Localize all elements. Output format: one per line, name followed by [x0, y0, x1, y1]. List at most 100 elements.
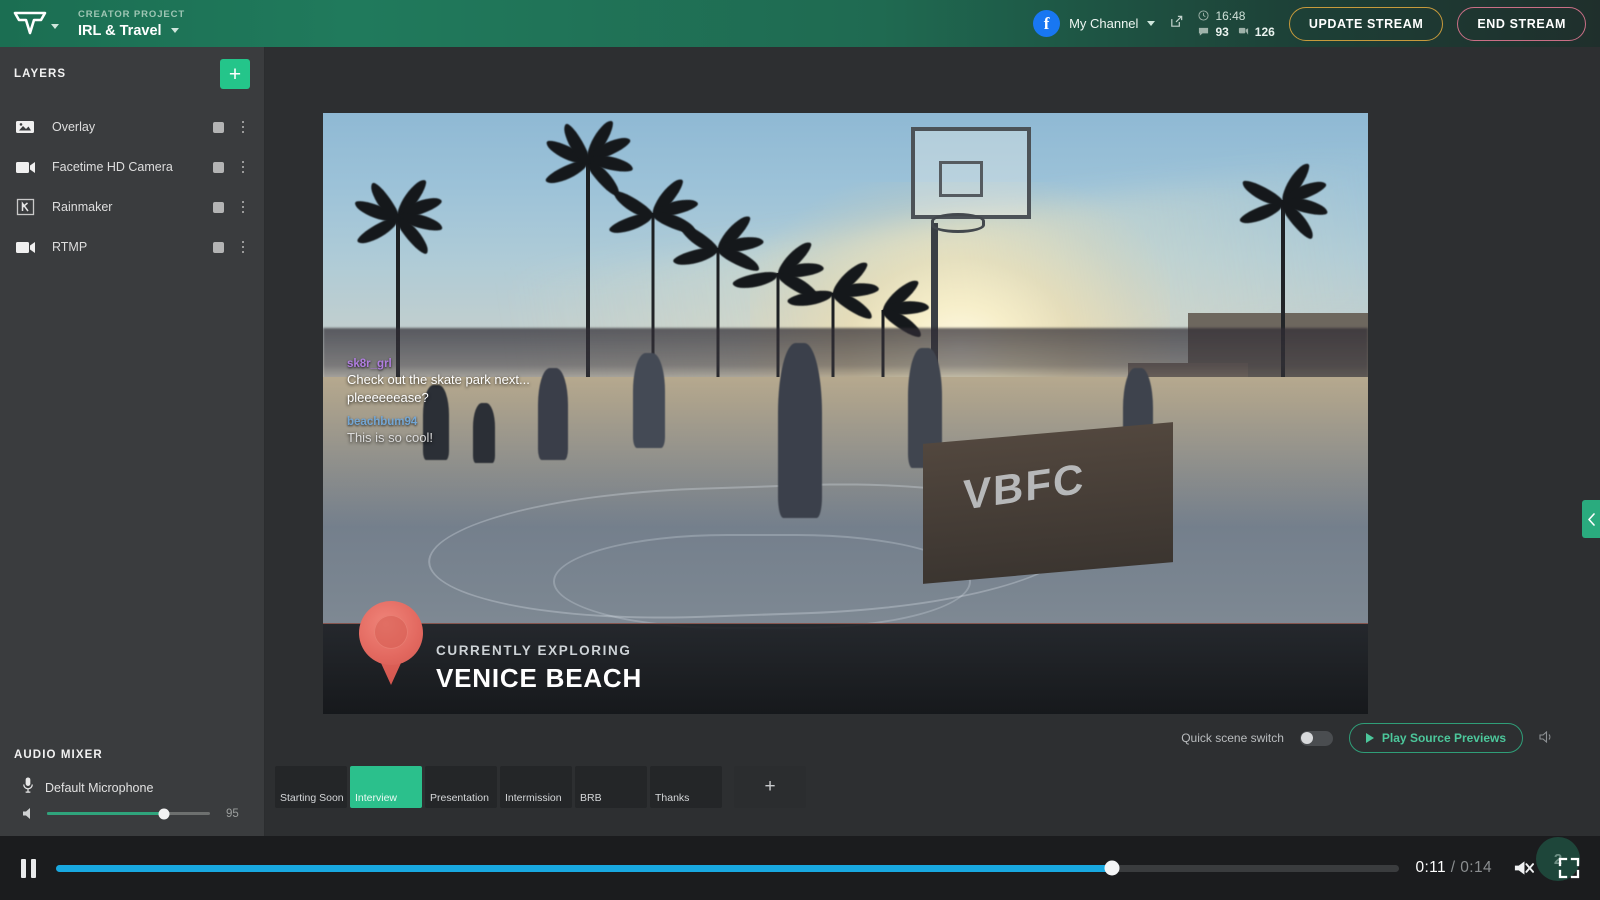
scene-label: BRB — [580, 792, 602, 804]
layer-more-menu-icon[interactable] — [234, 200, 252, 214]
facebook-avatar-icon: f — [1033, 10, 1061, 37]
quick-scene-switch-toggle[interactable] — [1299, 730, 1333, 746]
add-scene-button[interactable]: + — [734, 766, 806, 808]
playback-time: 0:11 / 0:14 — [1415, 859, 1492, 877]
current-time: 0:11 — [1415, 859, 1447, 876]
stream-counts: 93 126 — [1198, 24, 1275, 39]
viewers-icon — [1238, 27, 1248, 35]
layer-row-overlay[interactable]: Overlay — [0, 107, 264, 147]
lower-third-accent-line — [323, 623, 1368, 624]
scene-tab-thanks[interactable]: Thanks — [650, 766, 722, 808]
playback-progress-bar[interactable] — [56, 860, 1400, 876]
court-line-arc-2 — [552, 533, 971, 629]
top-bar-right: f My Channel 16:48 93 126 UPDATE STREAM … — [1033, 6, 1600, 41]
scene-label: Presentation — [430, 792, 489, 804]
microphone-label: Default Microphone — [45, 781, 154, 795]
play-source-previews-label: Play Source Previews — [1381, 731, 1506, 745]
player-silhouette — [633, 353, 665, 448]
layer-label: Overlay — [52, 120, 96, 134]
logo-mark-icon — [13, 10, 47, 38]
mute-button[interactable] — [1508, 853, 1538, 883]
scene-tab-presentation[interactable]: Presentation — [425, 766, 497, 808]
scenes-strip: Starting Soon Interview Presentation Int… — [275, 766, 806, 808]
layer-label: Rainmaker — [52, 200, 113, 214]
update-stream-button[interactable]: UPDATE STREAM — [1288, 6, 1444, 41]
layers-header: LAYERS + — [0, 47, 264, 95]
lower-third-overlay: CURRENTLY EXPLORING VENICE BEACH — [323, 601, 1368, 714]
scene-tab-starting-soon[interactable]: Starting Soon — [275, 766, 347, 808]
scene-tab-intermission[interactable]: Intermission — [500, 766, 572, 808]
chat-message: sk8r_grl Check out the skate park next..… — [347, 358, 577, 406]
end-stream-button[interactable]: END STREAM — [1457, 6, 1586, 41]
fullscreen-button[interactable]: 2 — [1536, 837, 1584, 883]
audio-monitor-icon[interactable] — [1539, 730, 1553, 746]
rainmaker-icon — [14, 198, 36, 216]
logo-chevron-down-icon — [51, 24, 59, 29]
scene-label: Thanks — [655, 792, 690, 804]
layer-visibility-toggle[interactable] — [213, 161, 224, 173]
layer-row-rtmp[interactable]: RTMP — [0, 227, 264, 267]
comments-count: 93 — [1215, 24, 1229, 39]
add-layer-button[interactable]: + — [220, 59, 250, 89]
chevron-left-icon — [1587, 512, 1595, 526]
play-source-previews-button[interactable]: Play Source Previews — [1348, 723, 1523, 753]
backboard-inner-square — [939, 161, 983, 197]
chat-username: beachbum94 — [347, 416, 418, 428]
pause-button[interactable] — [16, 856, 40, 880]
top-bar: CREATOR PROJECT IRL & Travel f My Channe… — [0, 0, 1600, 47]
channel-selector[interactable]: f My Channel — [1033, 10, 1156, 37]
microphone-row: Default Microphone — [0, 777, 265, 807]
player-silhouette — [778, 343, 822, 518]
layer-more-menu-icon[interactable] — [234, 240, 252, 254]
preview-controls-row: Quick scene switch Play Source Previews — [265, 723, 1565, 753]
scene-tab-interview[interactable]: Interview — [350, 766, 422, 808]
volume-slider-fill — [47, 812, 165, 815]
layer-visibility-toggle[interactable] — [213, 241, 224, 253]
basketball-rim — [931, 213, 985, 233]
chat-message-line: pleeeeeease? — [347, 390, 429, 405]
left-panel: LAYERS + Overlay Facetime HD Camera Rain… — [0, 47, 265, 836]
quick-scene-switch-label: Quick scene switch — [1181, 731, 1284, 745]
project-selector[interactable]: CREATOR PROJECT IRL & Travel — [78, 9, 185, 39]
clock-value: 16:48 — [1215, 8, 1246, 23]
scene-tab-brb[interactable]: BRB — [575, 766, 647, 808]
project-name-label: IRL & Travel — [78, 22, 162, 39]
fullscreen-icon — [1558, 857, 1580, 879]
chat-username: sk8r_grl — [347, 358, 392, 370]
volume-slider[interactable] — [47, 808, 210, 819]
layer-visibility-toggle[interactable] — [213, 121, 224, 133]
main-stage: VBFC sk8r_grl Check out the skate park n… — [265, 47, 1600, 836]
audio-mixer: AUDIO MIXER Default Microphone 95 — [0, 749, 265, 836]
camera-icon — [14, 238, 36, 256]
scene-label: Intermission — [505, 792, 562, 804]
layer-more-menu-icon[interactable] — [234, 120, 252, 134]
layer-label: Facetime HD Camera — [52, 160, 173, 174]
speaker-icon[interactable] — [22, 807, 37, 820]
video-preview[interactable]: VBFC sk8r_grl Check out the skate park n… — [323, 113, 1368, 714]
chevron-down-icon[interactable] — [170, 28, 179, 33]
collapse-right-panel-button[interactable] — [1582, 500, 1600, 538]
external-link-icon[interactable] — [1169, 14, 1184, 34]
layer-more-menu-icon[interactable] — [234, 160, 252, 174]
clock-icon — [1198, 10, 1209, 21]
layer-row-facetime-hd-camera[interactable]: Facetime HD Camera — [0, 147, 264, 187]
pin-inner-dot — [374, 615, 408, 649]
playback-progress-fill — [56, 864, 1112, 872]
avatar-initial: f — [1043, 13, 1050, 33]
chat-message-line: Check out the skate park next... — [347, 372, 530, 387]
total-time: 0:14 — [1460, 859, 1492, 876]
stream-stats: 16:48 93 126 — [1198, 8, 1275, 39]
layer-visibility-toggle[interactable] — [213, 201, 224, 213]
volume-slider-knob[interactable] — [158, 808, 170, 819]
video-player-bar: 0:11 / 0:14 2 — [0, 836, 1600, 900]
chat-overlay: sk8r_grl Check out the skate park next..… — [347, 358, 577, 456]
channel-chevron-down-icon[interactable] — [1147, 21, 1156, 26]
layers-title: LAYERS — [14, 68, 67, 80]
location-pin-icon — [359, 601, 423, 689]
layers-list: Overlay Facetime HD Camera Rainmaker RTM… — [0, 95, 264, 267]
playback-scrubber-handle[interactable] — [1104, 860, 1120, 876]
app-logo[interactable] — [0, 10, 72, 38]
scene-label: Interview — [355, 792, 398, 804]
stream-studio-app: CREATOR PROJECT IRL & Travel f My Channe… — [0, 0, 1600, 900]
layer-row-rainmaker[interactable]: Rainmaker — [0, 187, 264, 227]
